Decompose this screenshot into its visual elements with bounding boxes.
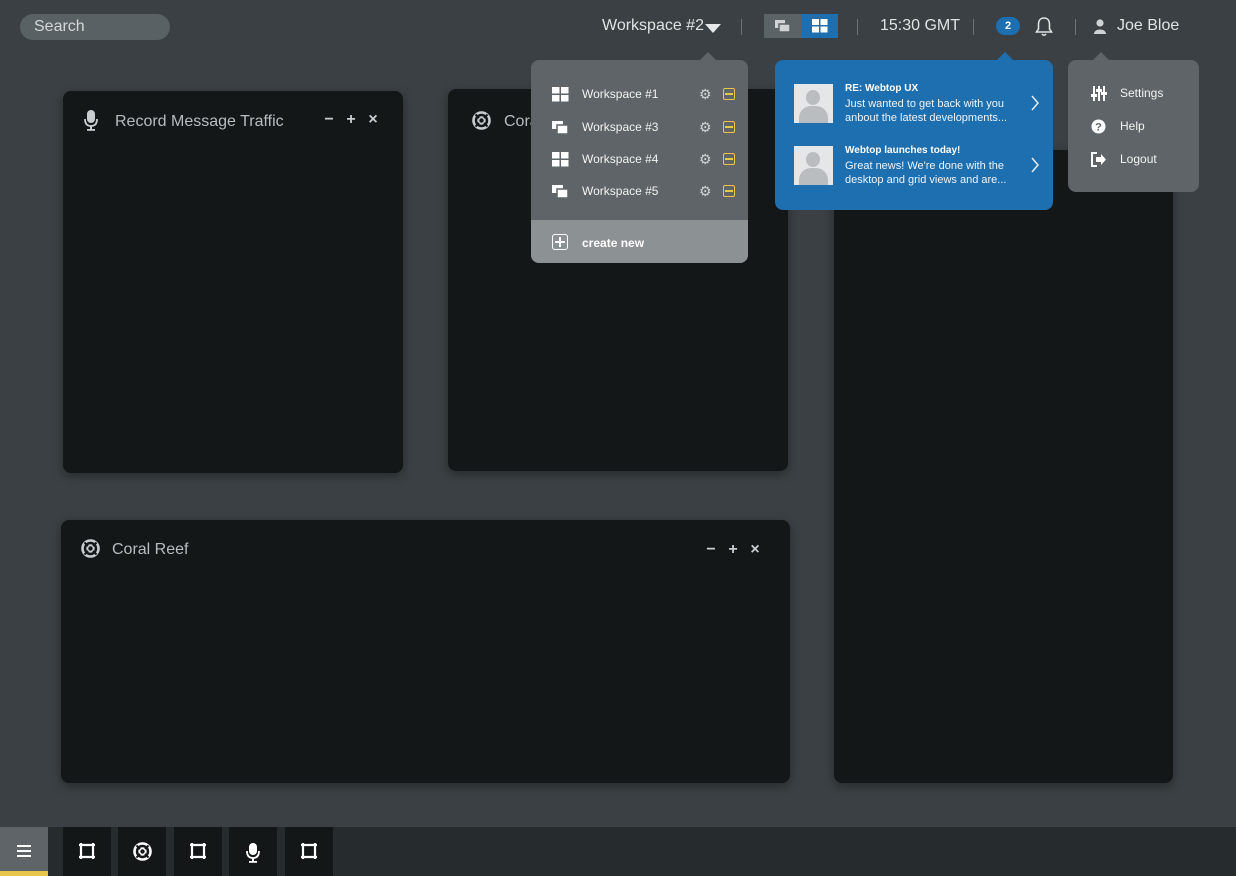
menu-item-label: Logout <box>1120 152 1157 166</box>
user-icon <box>1094 19 1106 34</box>
divider <box>741 19 742 35</box>
windows-icon <box>775 20 791 33</box>
message-item[interactable]: Webtop launches today! Great news! We're… <box>775 145 1053 202</box>
minimize-icon[interactable] <box>723 153 735 165</box>
minimize-icon[interactable] <box>723 88 735 100</box>
svg-text:?: ? <box>1095 122 1102 134</box>
widget-controls: − + × <box>704 541 762 559</box>
create-new-label: create new <box>582 236 645 250</box>
widget-title: Record Message Traffic <box>115 113 284 130</box>
taskbar-item[interactable] <box>118 827 166 876</box>
gear-icon[interactable]: ⚙ <box>699 151 712 168</box>
workspace-item[interactable]: Workspace #3 ⚙ <box>531 113 748 143</box>
caret-down-icon[interactable] <box>705 24 721 33</box>
grid-icon <box>552 87 569 102</box>
taskbar <box>0 827 1236 876</box>
taskbar-item[interactable] <box>229 827 277 876</box>
widget-coral-reef: Coral Reef − + × <box>61 520 790 783</box>
frame-icon <box>190 843 206 859</box>
user-menu-toggle[interactable]: Joe Bloe <box>1117 17 1179 35</box>
message-preview: Great news! We're done with the desktop a… <box>845 160 1007 186</box>
search-input[interactable] <box>20 14 170 40</box>
microphone-icon <box>246 843 260 863</box>
desktop-view-button[interactable] <box>764 14 801 38</box>
minimize-button[interactable]: − <box>704 541 718 559</box>
menu-item-label: Settings <box>1120 86 1164 100</box>
close-button[interactable]: × <box>366 111 380 129</box>
widget-panel <box>834 150 1173 783</box>
menu-item-logout[interactable]: Logout <box>1068 146 1199 172</box>
workspace-label: Workspace #5 <box>582 184 659 198</box>
workspace-item[interactable]: Workspace #5 ⚙ <box>531 177 748 207</box>
active-indicator <box>0 871 48 876</box>
workspace-label: Workspace #1 <box>582 87 659 101</box>
menu-button[interactable] <box>0 827 48 876</box>
messages-badge[interactable]: 2 <box>996 17 1020 35</box>
menu-item-settings[interactable]: Settings <box>1068 80 1199 106</box>
avatar <box>794 84 833 123</box>
message-subject: RE: Webtop UX <box>845 83 919 94</box>
logout-icon <box>1091 152 1106 167</box>
windows-icon <box>552 121 569 135</box>
messages-dropdown: RE: Webtop UX Just wanted to get back wi… <box>775 52 1053 210</box>
minimize-button[interactable]: − <box>322 111 336 129</box>
plus-square-icon <box>552 234 568 250</box>
workspace-item[interactable]: Workspace #1 ⚙ <box>531 80 748 110</box>
chevron-right-icon[interactable] <box>1030 156 1040 174</box>
message-preview: Just wanted to get back with you anbout t… <box>845 98 1008 124</box>
menu-item-label: Help <box>1120 119 1145 133</box>
help-icon: ? <box>1091 119 1106 134</box>
widget-record-message-traffic: Record Message Traffic − + × <box>63 91 403 473</box>
grid-icon <box>552 152 569 167</box>
clock: 15:30 GMT <box>880 17 961 34</box>
divider <box>1075 19 1076 35</box>
divider <box>857 19 858 35</box>
workspace-label: Workspace #3 <box>582 120 659 134</box>
taskbar-item[interactable] <box>63 827 111 876</box>
microphone-icon <box>84 110 98 131</box>
create-workspace-button[interactable]: create new <box>531 220 748 263</box>
minimize-icon[interactable] <box>723 121 735 133</box>
taskbar-item[interactable] <box>174 827 222 876</box>
widget-title: Coral Reef <box>112 541 189 558</box>
frame-icon <box>301 843 317 859</box>
maximize-button[interactable]: + <box>726 541 740 559</box>
message-item[interactable]: RE: Webtop UX Just wanted to get back wi… <box>775 83 1053 140</box>
life-ring-icon <box>81 539 100 558</box>
gear-icon[interactable]: ⚙ <box>699 183 712 200</box>
maximize-button[interactable]: + <box>344 111 358 129</box>
workspace-item[interactable]: Workspace #4 ⚙ <box>531 145 748 175</box>
sliders-icon <box>1091 86 1107 101</box>
frame-icon <box>79 843 95 859</box>
gear-icon[interactable]: ⚙ <box>699 119 712 136</box>
avatar <box>794 146 833 185</box>
bell-icon[interactable] <box>1034 16 1054 38</box>
close-button[interactable]: × <box>748 541 762 559</box>
minimize-icon[interactable] <box>723 185 735 197</box>
workspace-label: Workspace #4 <box>582 152 659 166</box>
taskbar-item[interactable] <box>285 827 333 876</box>
top-bar: Workspace #2 15:30 GMT 2 Joe Bloe <box>0 0 1236 56</box>
windows-icon <box>552 185 569 199</box>
menu-item-help[interactable]: ? Help <box>1068 113 1199 139</box>
gear-icon[interactable]: ⚙ <box>699 86 712 103</box>
life-ring-icon <box>133 842 152 861</box>
widget-controls: − + × <box>322 111 380 129</box>
chevron-right-icon[interactable] <box>1030 94 1040 112</box>
life-ring-icon <box>472 111 491 130</box>
divider <box>973 19 974 35</box>
workspace-dropdown: Workspace #1 ⚙ Workspace #3 ⚙ Workspace … <box>531 52 748 263</box>
grid-view-button[interactable] <box>801 14 838 38</box>
workspace-selector[interactable]: Workspace #2 <box>602 17 704 35</box>
grid-icon <box>812 19 828 33</box>
message-subject: Webtop launches today! <box>845 145 961 156</box>
user-dropdown: Settings ? Help Logout <box>1068 52 1199 192</box>
